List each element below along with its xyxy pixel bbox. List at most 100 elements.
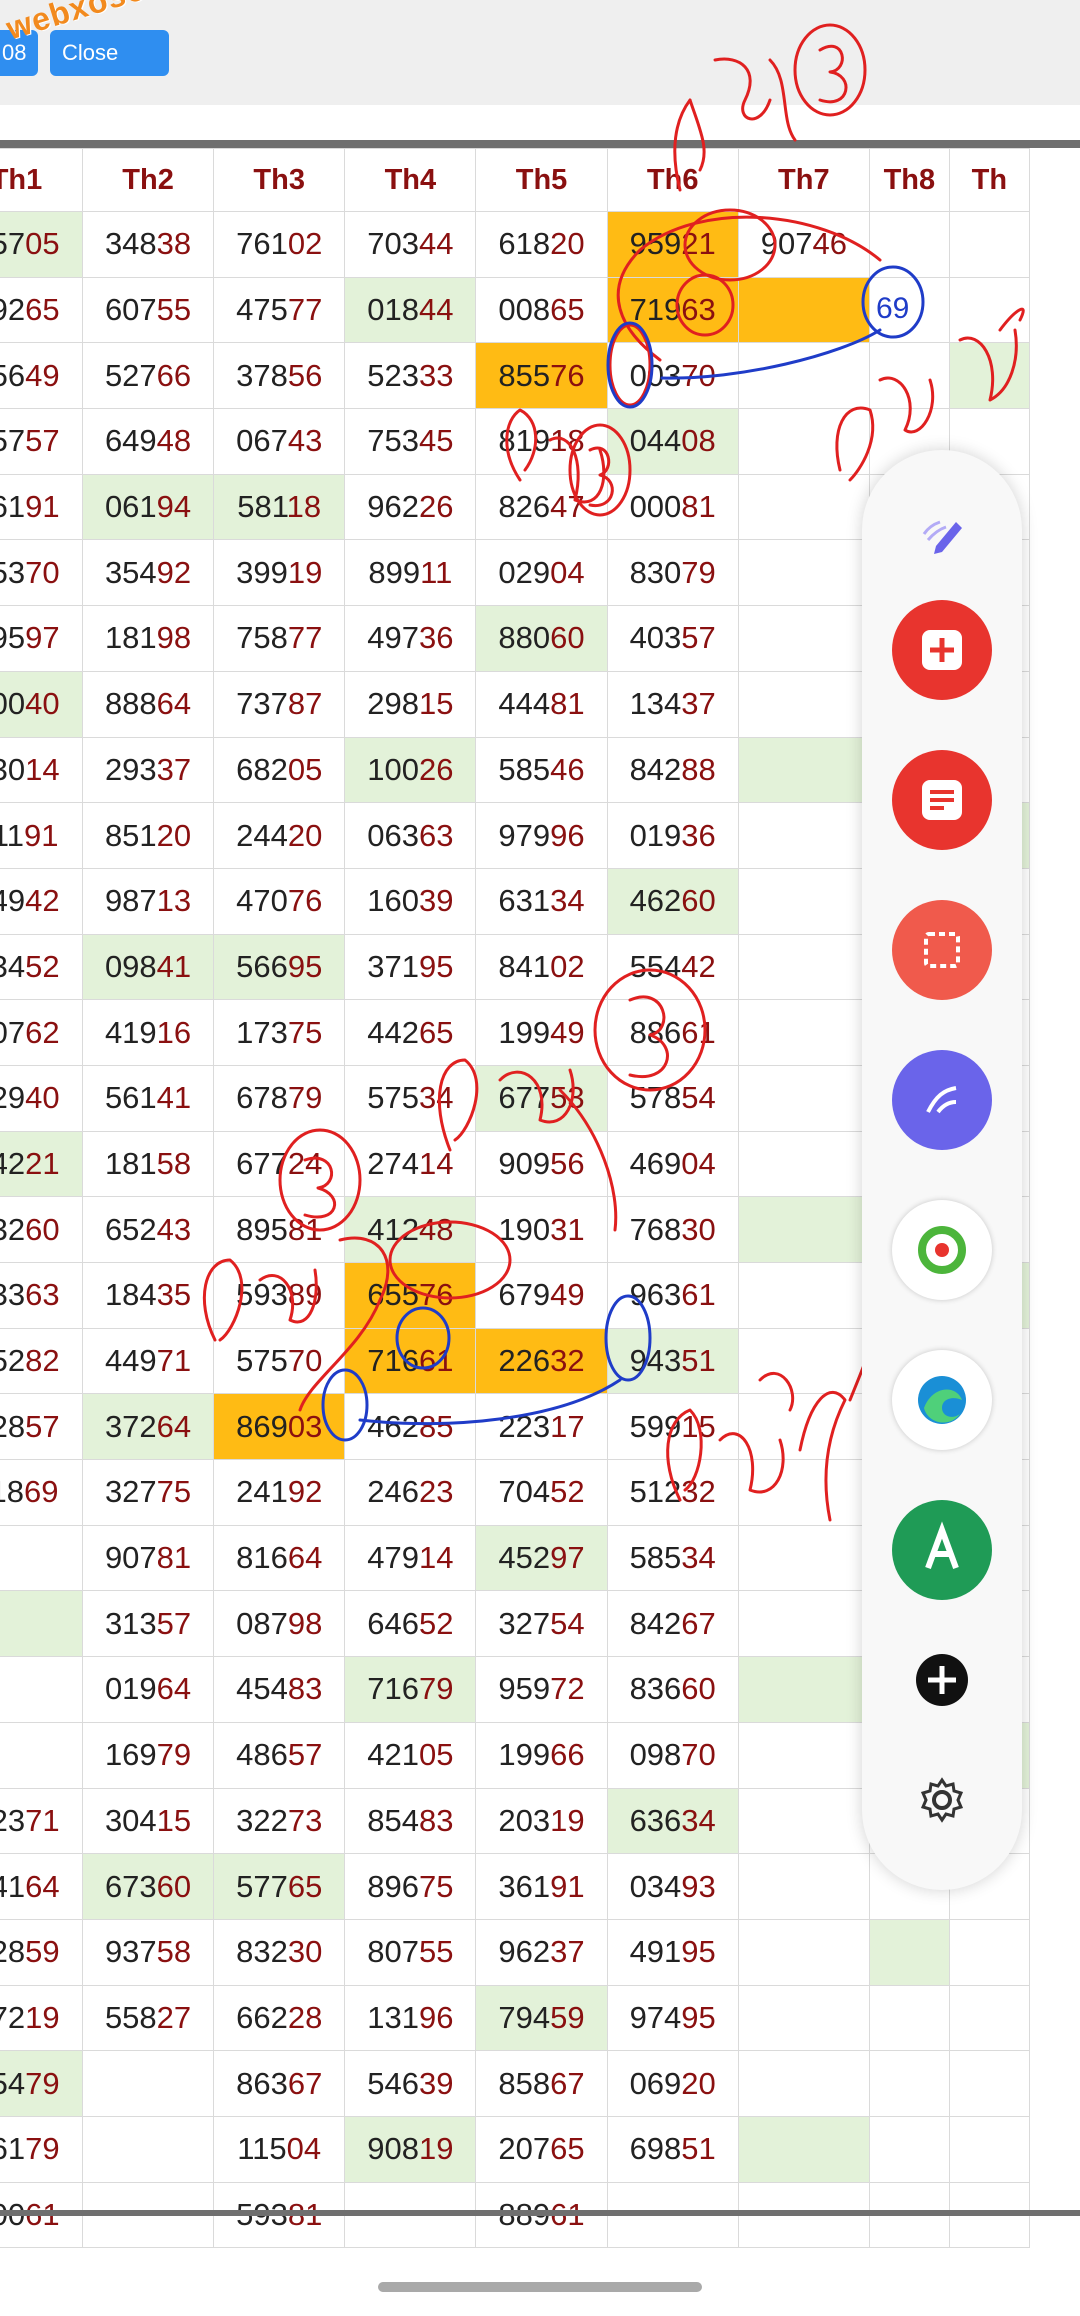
cell-value-tail: 57 <box>156 1605 192 1641</box>
cell-value: 32273 <box>236 1802 323 1838</box>
result-cell <box>868 276 950 344</box>
cell-value-tail: 28 <box>287 1999 323 2035</box>
add-note-button[interactable] <box>892 600 992 700</box>
result-cell: 00040 <box>0 670 83 738</box>
cell-value-tail: 63 <box>418 817 454 853</box>
edge-browser-button[interactable] <box>892 1350 992 1450</box>
result-cell: 11869 <box>0 1459 83 1526</box>
cell-value: 49736 <box>367 620 454 656</box>
cell-value-tail: 39 <box>418 2065 454 2101</box>
settings-button[interactable] <box>892 1750 992 1850</box>
cell-value: 47076 <box>236 883 323 919</box>
cell-value: 63634 <box>629 1802 716 1838</box>
gesture-navigation-bar[interactable] <box>378 2282 702 2292</box>
cell-value: 84288 <box>629 751 716 787</box>
cell-value-tail: 08 <box>681 423 716 459</box>
cell-value-tail: 19 <box>25 1999 60 2035</box>
result-cell: 85867 <box>475 2050 608 2117</box>
cell-value-tail: 55 <box>418 1934 454 1970</box>
result-cell: 71679 <box>344 1656 477 1723</box>
cell-value: 67753 <box>498 1080 585 1116</box>
cell-value-tail: 57 <box>25 1408 60 1444</box>
cell-value: 94942 <box>0 883 60 919</box>
cell-value: 71963 <box>629 292 716 328</box>
result-cell: 24420 <box>213 802 346 869</box>
result-cell: 89581 <box>213 1196 346 1263</box>
column-header: Th6 <box>606 148 739 212</box>
cell-value-tail: 51 <box>681 1343 716 1379</box>
result-cell: 00370 <box>606 342 739 410</box>
result-cell: 90819 <box>344 2115 477 2183</box>
add-shortcut-button[interactable] <box>892 1630 992 1730</box>
result-cell: 83452 <box>0 933 83 1001</box>
result-cell: 37219 <box>0 1984 83 2052</box>
cell-value: 20762 <box>0 1014 60 1050</box>
result-cell: 37195 <box>344 933 477 1001</box>
cell-value-tail: 95 <box>681 1999 716 2035</box>
result-cell: 16179 <box>0 2115 83 2183</box>
result-cell: 25370 <box>0 539 83 607</box>
cell-value-tail: 70 <box>681 1737 716 1773</box>
result-cell: 70344 <box>344 211 477 278</box>
cell-value-tail: 81 <box>287 1211 323 1247</box>
cell-value: 57854 <box>629 1080 716 1116</box>
smart-select-button[interactable] <box>892 1050 992 1150</box>
result-cell: 49195 <box>606 1918 739 1986</box>
cell-value-tail: 44 <box>418 226 454 262</box>
cell-value-tail: 03 <box>287 1408 323 1444</box>
cell-value: 59915 <box>629 1408 716 1444</box>
result-cell: 60755 <box>81 276 215 344</box>
cell-value: 57765 <box>236 1868 323 1904</box>
result-cell: 66228 <box>213 1984 346 2052</box>
cell-value-tail: 98 <box>156 620 192 656</box>
cell-value: 70452 <box>498 1474 585 1510</box>
camera-app-button[interactable] <box>892 1200 992 1300</box>
table-row: 15649 52766 37856 52333 85576 00370 <box>0 342 1031 410</box>
cell-value: 20765 <box>498 2131 585 2167</box>
cell-value: 08798 <box>236 1605 323 1641</box>
cell-value: 54639 <box>367 2065 454 2101</box>
close-button[interactable]: Close <box>50 30 169 76</box>
screenshot-select-button[interactable] <box>892 900 992 1000</box>
cell-value-tail: 91 <box>550 1868 585 1904</box>
cell-value: 00081 <box>629 489 716 525</box>
result-cell: 75877 <box>213 605 346 672</box>
result-cell <box>948 342 1031 410</box>
cell-value-tail: 41 <box>156 1080 192 1116</box>
cell-value-tail: 65 <box>418 1014 454 1050</box>
cell-value: 79459 <box>498 1999 585 2035</box>
result-cell: 44481 <box>475 670 608 738</box>
cell-value-tail: 42 <box>25 883 60 919</box>
cell-value-tail: 65 <box>25 292 60 328</box>
cell-value: 13196 <box>367 1999 454 2035</box>
result-cell: 79459 <box>475 1984 608 2052</box>
cell-value: 55757 <box>0 423 60 459</box>
view-notes-button[interactable] <box>892 750 992 850</box>
result-cell: 85483 <box>344 1787 477 1855</box>
result-cell: 19031 <box>475 1196 608 1263</box>
cell-value-tail: 39 <box>418 883 454 919</box>
result-cell <box>737 605 870 672</box>
cell-value: 32754 <box>498 1605 585 1641</box>
screenshot-select-icon <box>924 932 960 968</box>
result-cell: 20762 <box>0 999 83 1066</box>
result-cell: 32371 <box>0 1787 83 1855</box>
cell-value-tail: 27 <box>156 1999 192 2035</box>
cell-value: 03493 <box>629 1868 716 1904</box>
result-cell <box>737 736 870 804</box>
cell-value-tail: 64 <box>156 1408 192 1444</box>
result-cell <box>0 1656 83 1723</box>
cell-value-tail: 13 <box>156 883 192 919</box>
result-cell: 34838 <box>81 211 215 278</box>
result-cell: 88864 <box>81 670 215 738</box>
cell-value-tail: 36 <box>418 620 454 656</box>
cell-value-tail: 97 <box>550 1540 585 1576</box>
cell-value-tail: 63 <box>681 292 716 328</box>
cell-value: 94164 <box>0 1868 60 1904</box>
pen-button[interactable] <box>892 480 992 580</box>
cell-value: 58546 <box>498 751 585 787</box>
cell-value: 52766 <box>104 357 192 393</box>
result-cell: 46260 <box>606 867 739 935</box>
text-app-button[interactable] <box>892 1500 992 1600</box>
cell-value: 80755 <box>367 1934 454 1970</box>
